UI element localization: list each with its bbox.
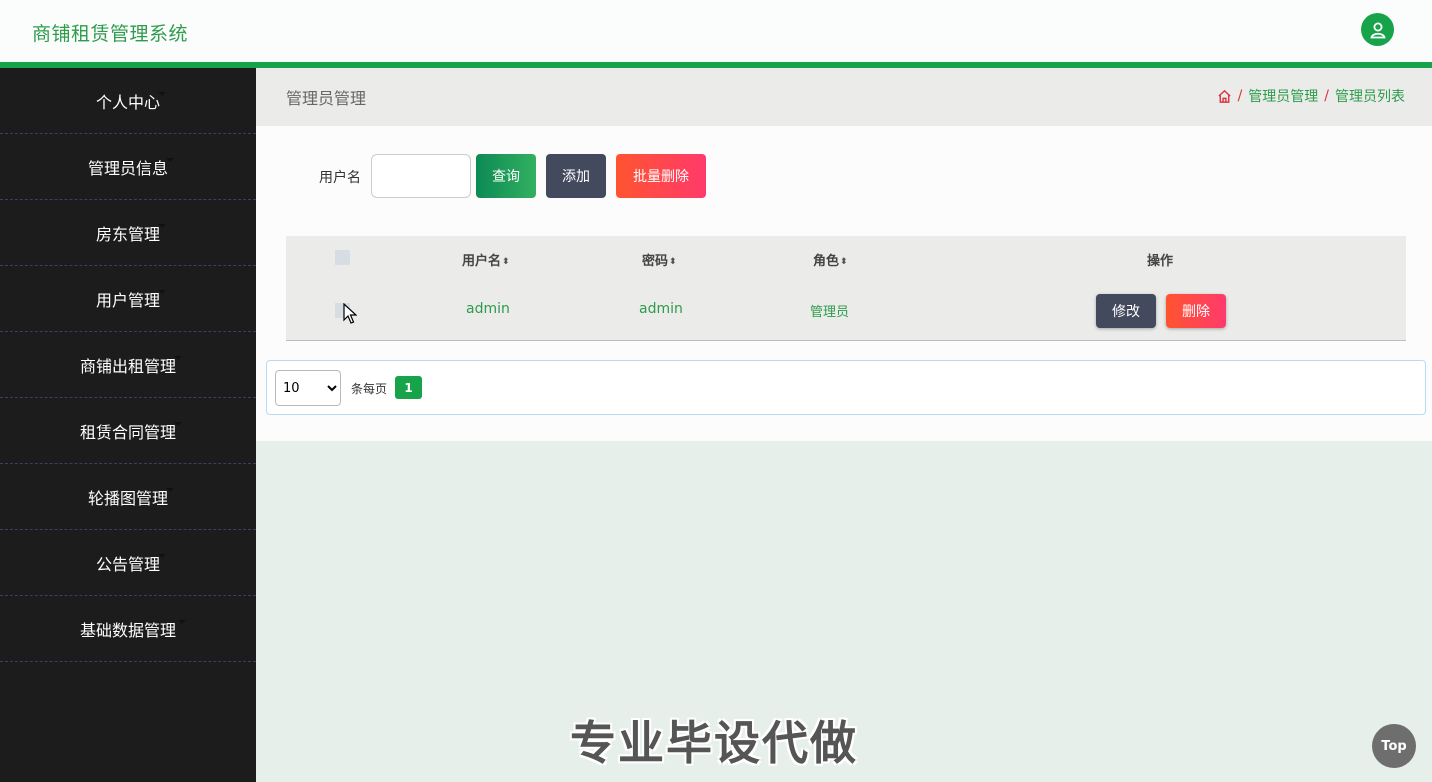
sidebar-item-admin-info[interactable]: 管理员信息 — [0, 134, 256, 200]
sidebar-item-carousel[interactable]: 轮播图管理 — [0, 464, 256, 530]
cell-role: 管理员 — [810, 305, 850, 320]
edit-button[interactable]: 修改 — [1096, 294, 1156, 328]
chevron-down-icon — [166, 158, 174, 162]
sort-icon: ⬍ — [502, 256, 510, 267]
sidebar-item-label: 轮播图管理 — [87, 488, 168, 508]
sidebar-item-label: 商铺出租管理 — [79, 356, 176, 376]
chevron-down-icon — [178, 620, 186, 624]
username-label: 用户名 — [319, 170, 361, 186]
pagination: 10 条每页 1 — [266, 360, 1426, 415]
chevron-down-icon — [174, 422, 182, 426]
column-header-label: 角色 — [813, 254, 840, 269]
chevron-down-icon — [158, 554, 166, 558]
add-button[interactable]: 添加 — [546, 154, 606, 198]
breadcrumb-separator: / — [1324, 88, 1329, 104]
page-button-current[interactable]: 1 — [395, 376, 422, 399]
chevron-down-icon — [166, 488, 174, 492]
batch-delete-button[interactable]: 批量删除 — [616, 154, 706, 198]
column-header-label: 用户名 — [462, 254, 502, 269]
sidebar-item-users[interactable]: 用户管理 — [0, 266, 256, 332]
user-icon — [1369, 22, 1386, 38]
sidebar-item-shop-rental[interactable]: 商铺出租管理 — [0, 332, 256, 398]
breadcrumb-item[interactable]: 管理员列表 — [1335, 86, 1405, 106]
sidebar-item-personal-center[interactable]: 个人中心 — [0, 68, 256, 134]
sidebar-item-base-data[interactable]: 基础数据管理 — [0, 596, 256, 662]
delete-button[interactable]: 删除 — [1166, 294, 1226, 328]
per-page-label: 条每页 — [351, 382, 388, 396]
query-button[interactable]: 查询 — [476, 154, 536, 198]
sort-icon: ⬍ — [840, 256, 848, 267]
username-search-input[interactable] — [371, 154, 471, 198]
breadcrumb-bar: 管理员管理 / 管理员管理 / 管理员列表 — [256, 68, 1432, 126]
sidebar-item-label: 用户管理 — [95, 290, 160, 310]
app-title: 商铺租赁管理系统 — [32, 23, 189, 45]
breadcrumb: / 管理员管理 / 管理员列表 — [1217, 86, 1405, 106]
sort-icon: ⬍ — [669, 256, 677, 267]
header: 商铺租赁管理系统 — [0, 0, 1432, 62]
sidebar-item-announcements[interactable]: 公告管理 — [0, 530, 256, 596]
select-all-checkbox[interactable] — [335, 250, 350, 265]
page-size-select[interactable]: 10 — [275, 370, 341, 406]
sidebar-item-label: 租赁合同管理 — [79, 422, 176, 442]
mouse-cursor-icon — [343, 303, 357, 324]
page-title: 管理员管理 — [286, 89, 367, 108]
sidebar-item-label: 个人中心 — [95, 92, 160, 112]
admin-table: 用户名⬍ 密码⬍ 角色⬍ 操作 admin admin 管理员 修改 删除 — [286, 236, 1406, 341]
breadcrumb-separator: / — [1237, 88, 1243, 104]
sidebar-item-landlord[interactable]: 房东管理 — [0, 200, 256, 266]
sidebar-item-label: 房东管理 — [95, 224, 160, 244]
user-avatar[interactable] — [1361, 13, 1394, 46]
breadcrumb-item[interactable]: 管理员管理 — [1248, 86, 1318, 106]
sidebar: 个人中心 管理员信息 房东管理 用户管理 商铺出租管理 租赁合同管理 轮播图管理… — [0, 68, 256, 782]
sidebar-item-label: 基础数据管理 — [79, 620, 176, 640]
home-icon[interactable] — [1217, 89, 1232, 104]
column-header-actions: 操作 — [1147, 254, 1174, 269]
back-to-top-button[interactable]: Top — [1372, 724, 1416, 768]
sidebar-item-contracts[interactable]: 租赁合同管理 — [0, 398, 256, 464]
cell-password: admin — [639, 301, 683, 317]
chevron-down-icon — [158, 290, 166, 294]
cell-username: admin — [466, 301, 510, 317]
column-header-label: 密码 — [642, 254, 669, 269]
watermark-text: 专业毕设代做 — [570, 716, 858, 770]
column-header-username[interactable]: 用户名⬍ — [462, 250, 510, 269]
sidebar-item-label: 管理员信息 — [87, 158, 168, 178]
sidebar-item-label: 公告管理 — [95, 554, 160, 574]
chevron-down-icon — [158, 224, 166, 228]
chevron-down-icon — [174, 356, 182, 360]
column-header-password[interactable]: 密码⬍ — [642, 250, 677, 269]
main-content: 用户名 查询 添加 批量删除 用户名⬍ 密码⬍ 角色⬍ 操作 admin adm… — [256, 126, 1432, 441]
column-header-role[interactable]: 角色⬍ — [813, 250, 848, 269]
chevron-down-icon — [158, 92, 166, 96]
